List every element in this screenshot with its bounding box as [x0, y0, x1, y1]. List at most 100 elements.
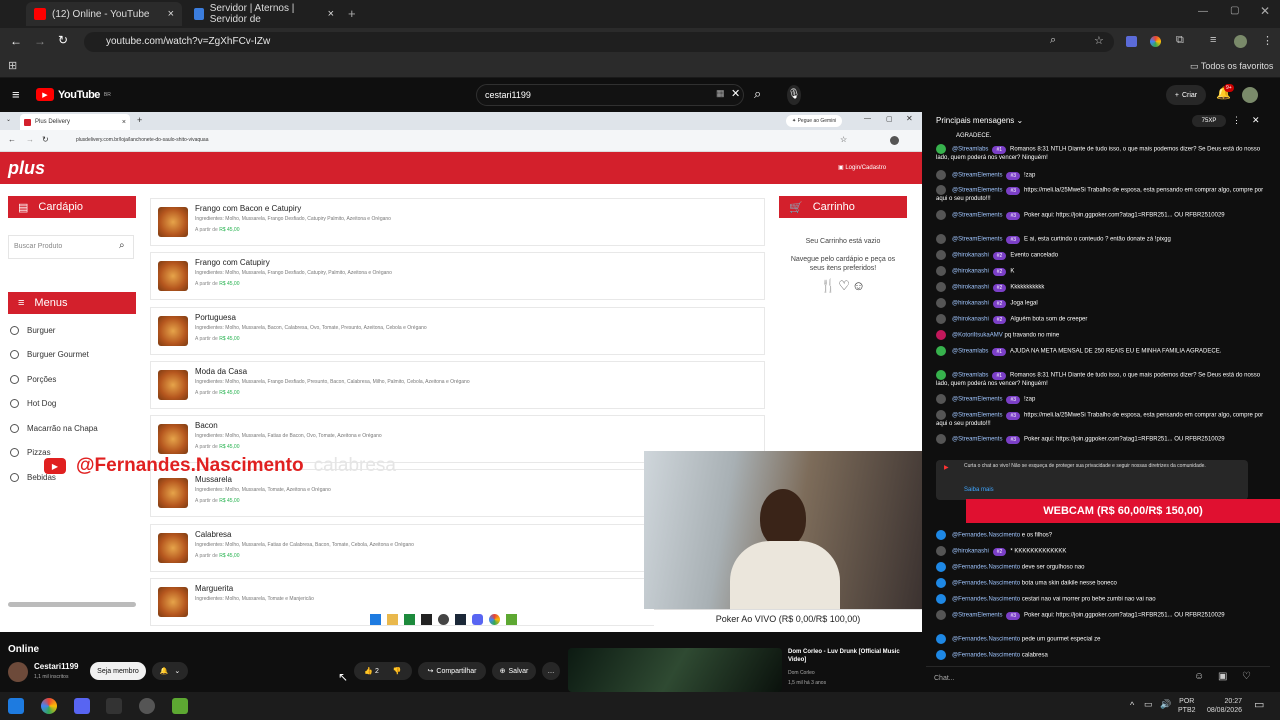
pizza-image — [158, 533, 188, 563]
super-chat-icon[interactable]: ▣ — [1218, 671, 1227, 682]
close-tab-icon[interactable]: × — [328, 8, 334, 20]
product-description: Ingredientes: Molho, Mussarela, Bacon, C… — [195, 325, 427, 331]
maximize-icon[interactable]: ▢ — [1230, 5, 1239, 16]
profile-avatar[interactable] — [1234, 35, 1247, 48]
create-label: Criar — [1181, 91, 1198, 99]
chat-badge: #3 — [1006, 435, 1021, 444]
notification-bell-button[interactable]: 🔔 ⌄ — [152, 662, 188, 680]
youtube-search-input[interactable]: cestari1199 — [476, 84, 744, 106]
extensions-puzzle-icon[interactable]: ⧉ — [1176, 34, 1184, 47]
hamburger-menu-icon[interactable]: ≡ — [12, 87, 20, 102]
apps-grid-icon[interactable]: ⊞ — [8, 59, 17, 72]
chrome-icon[interactable] — [41, 698, 57, 714]
pizza-image — [158, 587, 188, 617]
radio-icon — [10, 424, 19, 433]
more-actions-icon[interactable]: … — [542, 662, 560, 680]
cart-icon: 🛒 — [789, 201, 803, 214]
extension-icon[interactable] — [1150, 36, 1161, 47]
microphone-icon[interactable]: 🎙 — [787, 85, 801, 105]
chat-menu-icon[interactable]: ⋮ — [1232, 115, 1241, 126]
url-field[interactable]: youtube.com/watch?v=ZgXhFCv-IZw — [84, 32, 1114, 52]
discord-icon[interactable] — [74, 698, 90, 714]
folder-icon — [387, 613, 398, 625]
channel-avatar[interactable] — [8, 662, 28, 682]
chat-message: @StreamElements #3 https://meli.la/25MweSi… — [936, 185, 1266, 203]
tray-chevron-icon[interactable]: ^ — [1130, 700, 1134, 710]
notification-center-icon[interactable]: ▭ — [1254, 698, 1264, 711]
folder-icon: ▭ — [1190, 61, 1199, 71]
product-description: Ingredientes: Molho, Mussarela, Tomate e… — [195, 596, 314, 602]
chat-message: @Fernandes.Nascimento e os filhos? — [936, 530, 1266, 540]
volume-icon[interactable]: 🔊 — [1160, 699, 1171, 710]
language-indicator[interactable]: POR PTB2 — [1178, 697, 1196, 715]
minecraft-icon[interactable] — [172, 698, 188, 714]
chat-text: bota uma skin daikile nesse boneco — [1021, 580, 1117, 587]
close-tab-icon[interactable]: × — [168, 8, 174, 20]
menu-item: Macarrão na Chapa — [10, 424, 98, 433]
dislike-button[interactable]: 👎 — [393, 667, 402, 675]
recommended-title[interactable]: Dom Corleo - Luv Drunk [Official Music V… — [788, 648, 918, 664]
menus-label: Menus — [34, 297, 68, 309]
channel-name[interactable]: Cestari1199 — [34, 662, 78, 671]
terminal-icon[interactable] — [106, 698, 122, 714]
radio-icon — [10, 473, 19, 482]
clock[interactable]: 20:27 08/08/2026 — [1202, 697, 1242, 715]
keyboard-icon[interactable]: ▦ — [716, 88, 725, 99]
chat-message: @KotoriItsukaAMV pq travando no mine — [936, 330, 1266, 340]
chat-mode-dropdown[interactable]: Principais mensagens ⌄ — [936, 116, 1023, 125]
clear-search-icon[interactable]: ✕ — [731, 87, 740, 100]
search-icon[interactable]: ⌕ — [754, 86, 761, 102]
product-price: A partir de R$ 45,00 — [195, 281, 239, 287]
forward-icon[interactable]: → — [34, 34, 46, 48]
minimize-icon[interactable]: — — [1198, 6, 1208, 17]
youtube-logo[interactable]: ▶ YouTube BR — [36, 88, 111, 101]
menu-item-label: Burguer — [27, 326, 56, 335]
back-icon[interactable]: ← — [10, 34, 22, 48]
xp-badge[interactable]: 75XP — [1192, 115, 1226, 127]
radio-icon — [10, 399, 19, 408]
windows-start-icon[interactable] — [8, 698, 24, 714]
chat-badge: #2 — [992, 267, 1007, 276]
close-window-icon[interactable]: ✕ — [1260, 4, 1270, 18]
chat-text: Kkkkkkkkkkk — [1010, 284, 1045, 291]
zoom-icon[interactable]: ⌕ — [1050, 34, 1056, 47]
save-button[interactable]: ⊕ Salvar — [492, 662, 536, 680]
menu-kebab-icon[interactable]: ⋮ — [1262, 34, 1273, 47]
tab-youtube[interactable]: (12) Online - YouTube × — [26, 2, 182, 26]
new-tab-icon[interactable]: + — [348, 6, 356, 21]
chat-text: Evento cancelado — [1010, 252, 1059, 259]
price-value: R$ 45,00 — [219, 281, 240, 287]
like-button[interactable]: 👍 2 — [364, 667, 379, 675]
share-button[interactable]: ↪ Compartilhar — [418, 662, 486, 680]
tab-aternos[interactable]: Servidor | Aternos | Servidor de × — [186, 2, 342, 26]
price-prefix: A partir de — [195, 227, 218, 233]
video-player[interactable]: ⌄ Plus Delivery × + ✦ Pegue ao Gemini — … — [0, 112, 922, 632]
learn-more-link[interactable]: Saiba mais — [964, 487, 994, 493]
chat-text: deve ser orgulhoso nao — [1021, 564, 1085, 571]
media-icon[interactable]: ≡ — [1210, 34, 1216, 46]
join-button[interactable]: Seja membro — [90, 662, 146, 680]
all-bookmarks[interactable]: ▭ Todos os favoritos — [1190, 61, 1273, 72]
extension-icon[interactable] — [1126, 36, 1137, 47]
chat-message: @hirokanashi #2 Joga legal — [936, 298, 1266, 308]
reload-icon[interactable]: ↻ — [58, 33, 68, 47]
product-price: A partir de R$ 45,00 — [195, 498, 239, 504]
product-name: Frango com Catupiry — [195, 258, 270, 267]
chat-author: @hirokanashi — [952, 284, 989, 291]
maximize-icon: ▢ — [886, 116, 893, 123]
create-button[interactable]: + Criar — [1166, 85, 1206, 105]
youtube-logo-text: YouTube — [58, 88, 100, 101]
chat-badge: #3 — [1006, 235, 1021, 244]
emoji-icon[interactable]: ☺ — [1194, 671, 1204, 682]
product-name: Bacon — [195, 421, 218, 430]
heart-icon[interactable]: ♡ — [1242, 671, 1251, 682]
bookmark-star-icon[interactable]: ☆ — [1094, 34, 1104, 47]
horizontal-scrollbar — [8, 602, 136, 607]
inner-url: plusdelivery.com.br/loja/lanchonete-do-s… — [76, 137, 209, 143]
app-icon[interactable] — [139, 698, 155, 714]
account-avatar[interactable] — [1242, 87, 1258, 103]
network-icon[interactable]: ▭ — [1144, 699, 1153, 710]
close-chat-icon[interactable]: ✕ — [1252, 115, 1260, 126]
chat-input[interactable]: Chat... — [934, 671, 1174, 687]
recommended-thumbnail[interactable] — [568, 648, 782, 692]
